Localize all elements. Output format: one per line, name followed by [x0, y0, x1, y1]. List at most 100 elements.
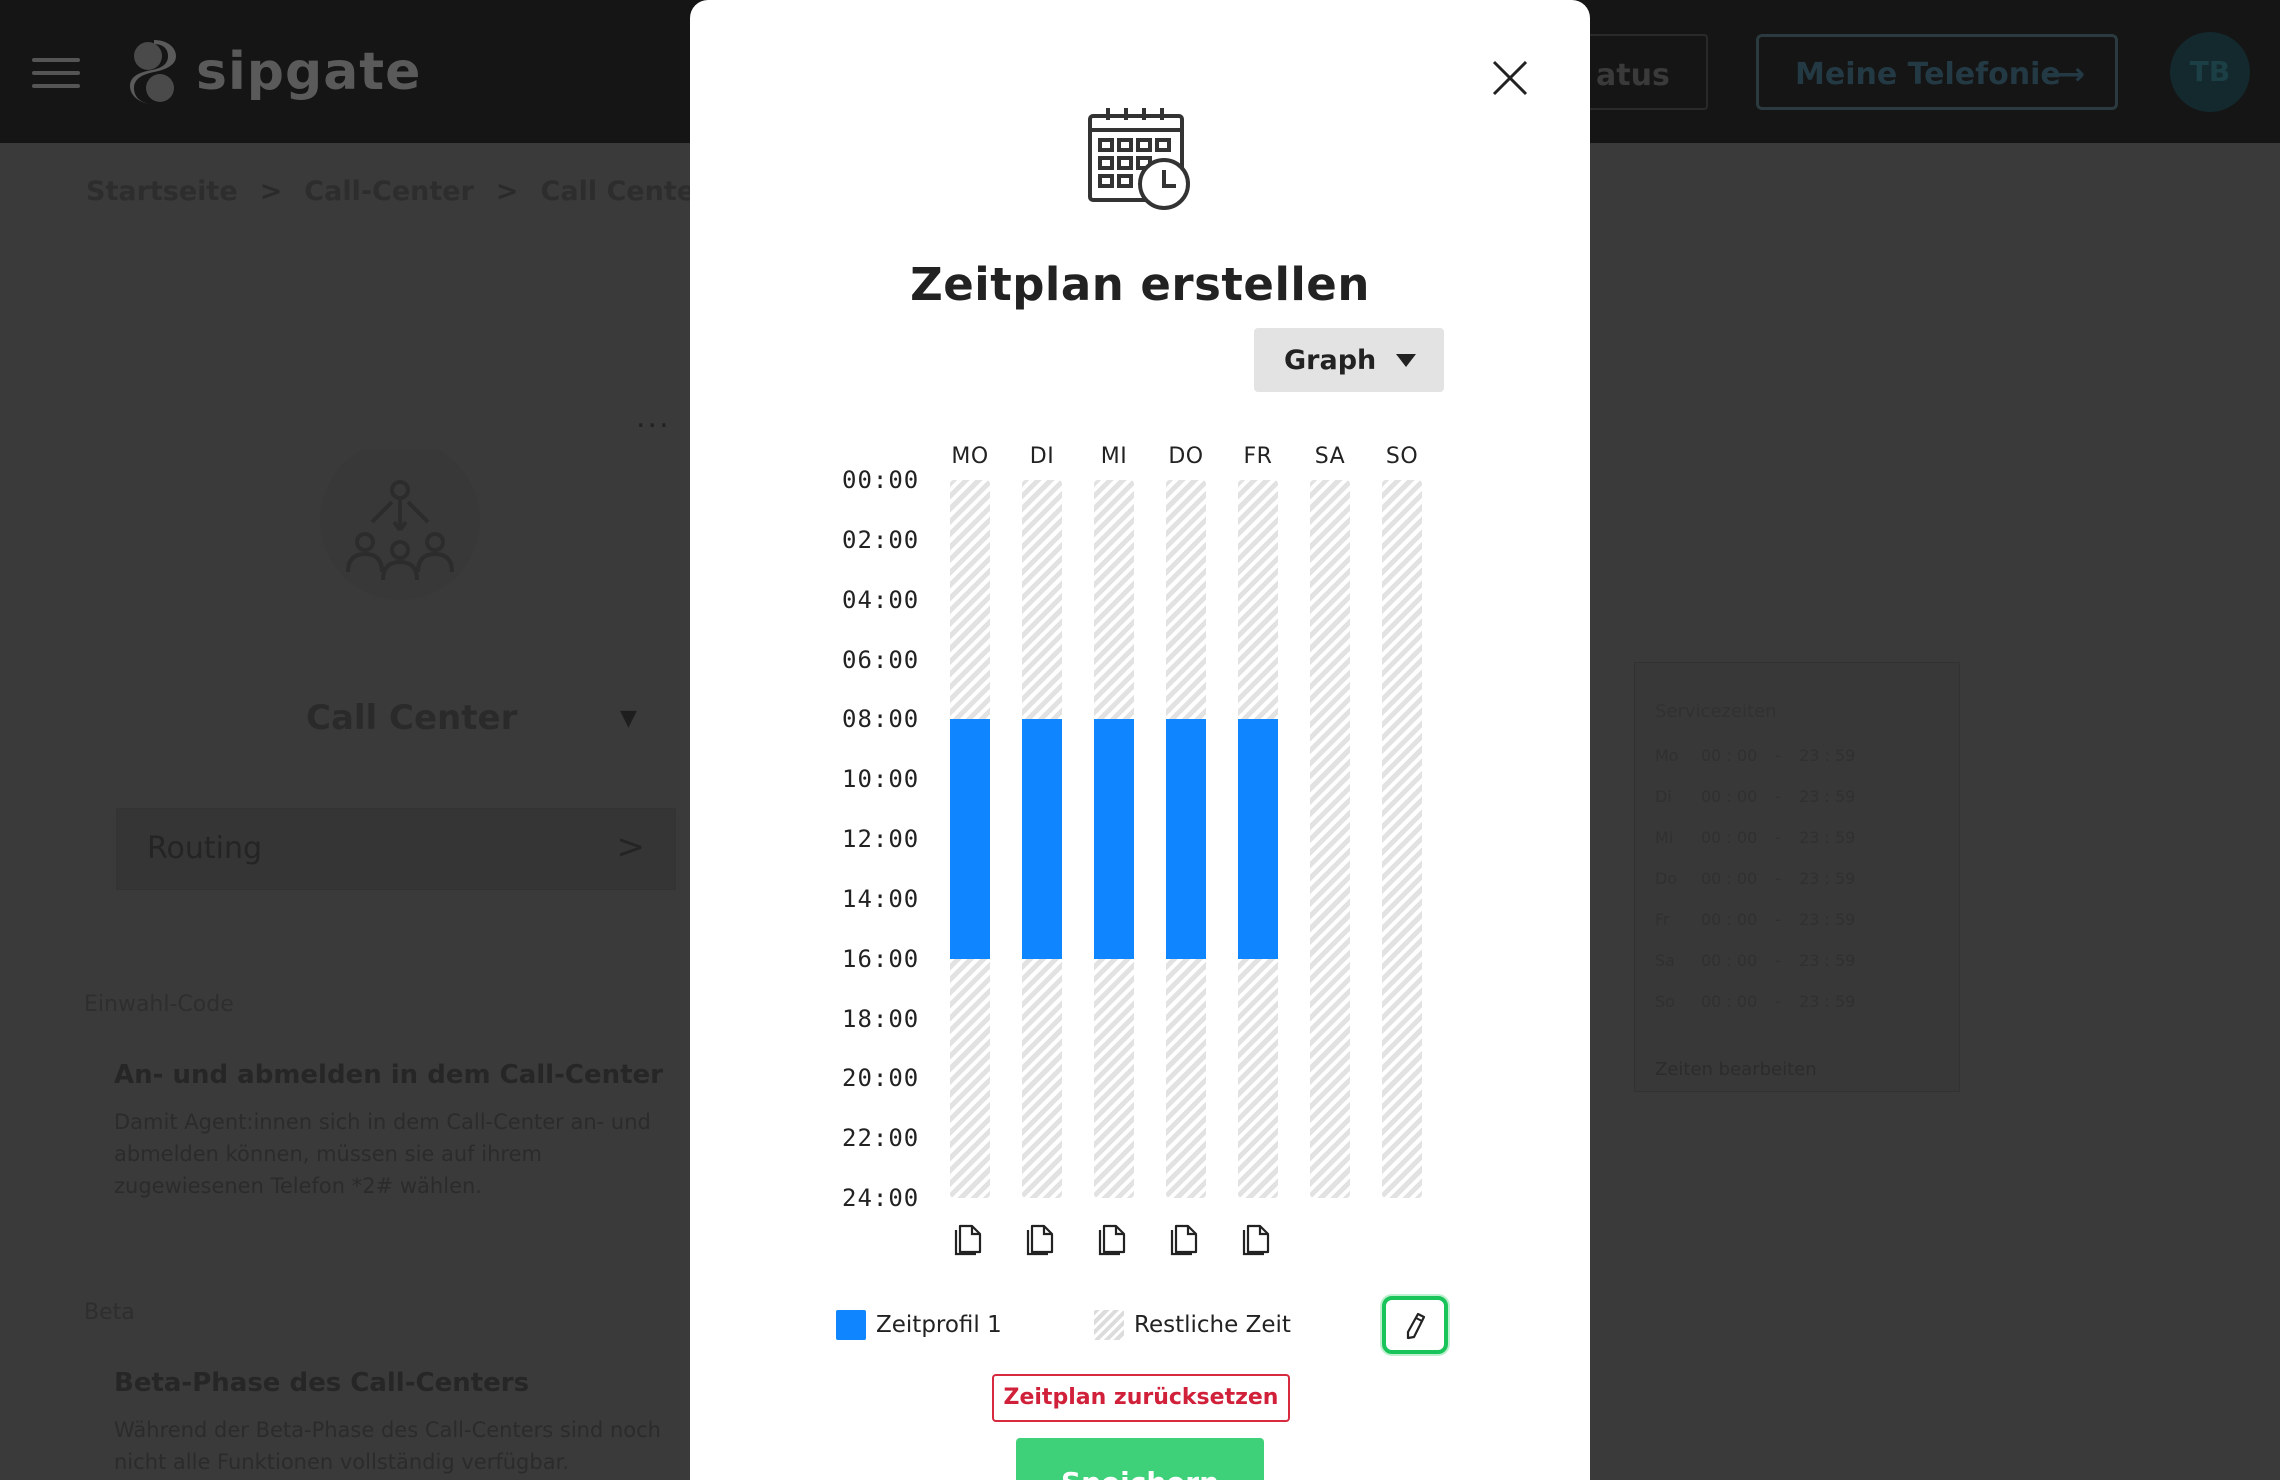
day-column-do[interactable]: [1166, 480, 1206, 1198]
schedule-graph: 00:00 02:00 04:00 06:00 08:00 10:00 12:00 14:00…: [690, 0, 1590, 1300]
service-hours-row: Di 00 : 00-23 : 59: [1655, 787, 1939, 828]
beta-heading: Beta-Phase des Call-Centers: [114, 1368, 530, 1398]
service-hours-to: 23 : 59: [1799, 869, 1856, 888]
service-hours-from: 00 : 00: [1701, 828, 1758, 847]
time-label: 22:00: [842, 1124, 920, 1153]
legend-swatch-rest: [1094, 1310, 1124, 1340]
day-column-sa[interactable]: [1310, 480, 1350, 1198]
day-column-so[interactable]: [1382, 480, 1422, 1198]
meine-telefonie-label: Meine Telefonie: [1795, 57, 2061, 92]
day-label-mi: MI: [1100, 444, 1128, 469]
more-options-icon[interactable]: ...: [636, 400, 671, 435]
reset-schedule-button[interactable]: Zeitplan zurücksetzen: [992, 1374, 1290, 1422]
dial-in-heading: An- und abmelden in dem Call-Center: [114, 1060, 663, 1090]
dial-in-label: Einwahl-Code: [84, 992, 234, 1017]
service-hours-to: 23 : 59: [1799, 787, 1856, 806]
service-hours-from: 00 : 00: [1701, 746, 1758, 765]
time-label: 06:00: [842, 645, 920, 674]
breadcrumb: Startseite > Call-Center > Call Center: [86, 176, 708, 207]
time-label: 00:00: [842, 466, 920, 494]
day-column-di[interactable]: [1022, 480, 1062, 1198]
service-hours-day: Di: [1655, 787, 1672, 806]
time-block-profile[interactable]: [1166, 719, 1206, 959]
routing-label: Routing: [147, 831, 263, 866]
logo-text: sipgate: [196, 42, 422, 102]
day-label-so: SO: [1385, 444, 1419, 469]
breadcrumb-item-startseite[interactable]: Startseite: [86, 176, 238, 207]
service-hours-row: So 00 : 00-23 : 59: [1655, 992, 1939, 1033]
beta-text: Während der Beta-Phase des Call-Centers …: [114, 1418, 661, 1474]
service-hours-to: 23 : 59: [1799, 746, 1856, 765]
day-label-sa: SA: [1314, 444, 1346, 469]
service-hours-row: Sa 00 : 00-23 : 59: [1655, 951, 1939, 992]
service-hours-card: Servicezeiten Mo 00 : 00-23 : 59 Di 00 : 00…: [1634, 662, 1960, 1092]
call-center-title: Call Center: [306, 698, 518, 738]
call-center-group-icon: [320, 450, 480, 600]
day-column-fr[interactable]: [1238, 480, 1278, 1198]
arrow-right-icon: ⟶: [2041, 57, 2085, 92]
service-hours-dash: -: [1775, 992, 1782, 1011]
day-label-di: DI: [1029, 444, 1055, 469]
time-label: 16:00: [842, 944, 920, 973]
service-hours-from: 00 : 00: [1701, 992, 1758, 1011]
breadcrumb-separator: >: [259, 176, 283, 207]
avatar[interactable]: TB: [2170, 32, 2250, 112]
service-hours-row: Fr 00 : 00-23 : 59: [1655, 910, 1939, 951]
service-hours-day: Fr: [1655, 910, 1670, 929]
legend-label-rest: Restliche Zeit: [1134, 1312, 1291, 1338]
time-block-profile[interactable]: [1022, 719, 1062, 959]
time-label: 14:00: [842, 884, 920, 913]
pencil-icon: [1406, 1312, 1426, 1340]
copy-day-icon[interactable]: [1242, 1220, 1274, 1256]
copy-day-icon[interactable]: [1170, 1220, 1202, 1256]
service-hours-to: 23 : 59: [1799, 910, 1856, 929]
sipgate-logo-icon: [130, 40, 176, 104]
copy-day-icon[interactable]: [954, 1220, 986, 1256]
meine-telefonie-button[interactable]: Meine Telefonie ⟶: [1756, 34, 2118, 110]
service-hours-header: Servicezeiten: [1655, 701, 1777, 722]
breadcrumb-item-call-center[interactable]: Call-Center: [304, 176, 474, 207]
service-hours-from: 00 : 00: [1701, 869, 1758, 888]
day-column-mi[interactable]: [1094, 480, 1134, 1198]
routing-link[interactable]: Routing >: [116, 808, 676, 890]
beta-label: Beta: [84, 1300, 135, 1325]
chevron-right-icon: >: [616, 827, 646, 867]
service-hours-dash: -: [1775, 910, 1782, 929]
time-label: 08:00: [842, 705, 920, 734]
copy-day-icon[interactable]: [1026, 1220, 1058, 1256]
time-label: 12:00: [842, 825, 920, 853]
copy-day-icon[interactable]: [1098, 1220, 1130, 1256]
day-column-mo[interactable]: [950, 480, 990, 1198]
service-hours-day: Mi: [1655, 828, 1674, 847]
edit-hours-link[interactable]: Zeiten bearbeiten: [1655, 1059, 1939, 1080]
time-label: 18:00: [842, 1004, 920, 1033]
service-hours-dash: -: [1775, 951, 1782, 970]
dial-in-text: Damit Agent:innen sich in dem Call-Cente…: [114, 1110, 651, 1198]
menu-icon[interactable]: [32, 58, 80, 88]
day-label-do: DO: [1168, 444, 1204, 469]
service-hours-from: 00 : 00: [1701, 951, 1758, 970]
call-center-dropdown-icon[interactable]: ▼: [620, 706, 637, 731]
service-hours-dash: -: [1775, 746, 1782, 765]
service-hours-row: Mi 00 : 00-23 : 59: [1655, 828, 1939, 869]
save-button[interactable]: Speichern: [1016, 1438, 1264, 1480]
day-label-fr: FR: [1243, 444, 1273, 469]
service-hours-to: 23 : 59: [1799, 828, 1856, 847]
breadcrumb-item-current: Call Center: [540, 176, 709, 207]
time-block-profile[interactable]: [1094, 719, 1134, 959]
service-hours-day: So: [1655, 992, 1675, 1011]
service-hours-from: 00 : 00: [1701, 910, 1758, 929]
time-block-profile[interactable]: [950, 719, 990, 959]
legend-swatch-profile: [836, 1310, 866, 1340]
time-label: 02:00: [842, 525, 920, 554]
time-label: 04:00: [842, 585, 920, 614]
service-hours-to: 23 : 59: [1799, 951, 1856, 970]
service-hours-day: Sa: [1655, 951, 1675, 970]
time-label: 24:00: [842, 1184, 920, 1212]
edit-profile-button[interactable]: [1382, 1296, 1448, 1354]
time-block-profile[interactable]: [1238, 719, 1278, 959]
breadcrumb-separator: >: [495, 176, 519, 207]
schedule-modal: Zeitplan erstellen Graph 00:00 02:00 04:00…: [690, 0, 1590, 1480]
service-hours-to: 23 : 59: [1799, 992, 1856, 1011]
service-hours-dash: -: [1775, 869, 1782, 888]
